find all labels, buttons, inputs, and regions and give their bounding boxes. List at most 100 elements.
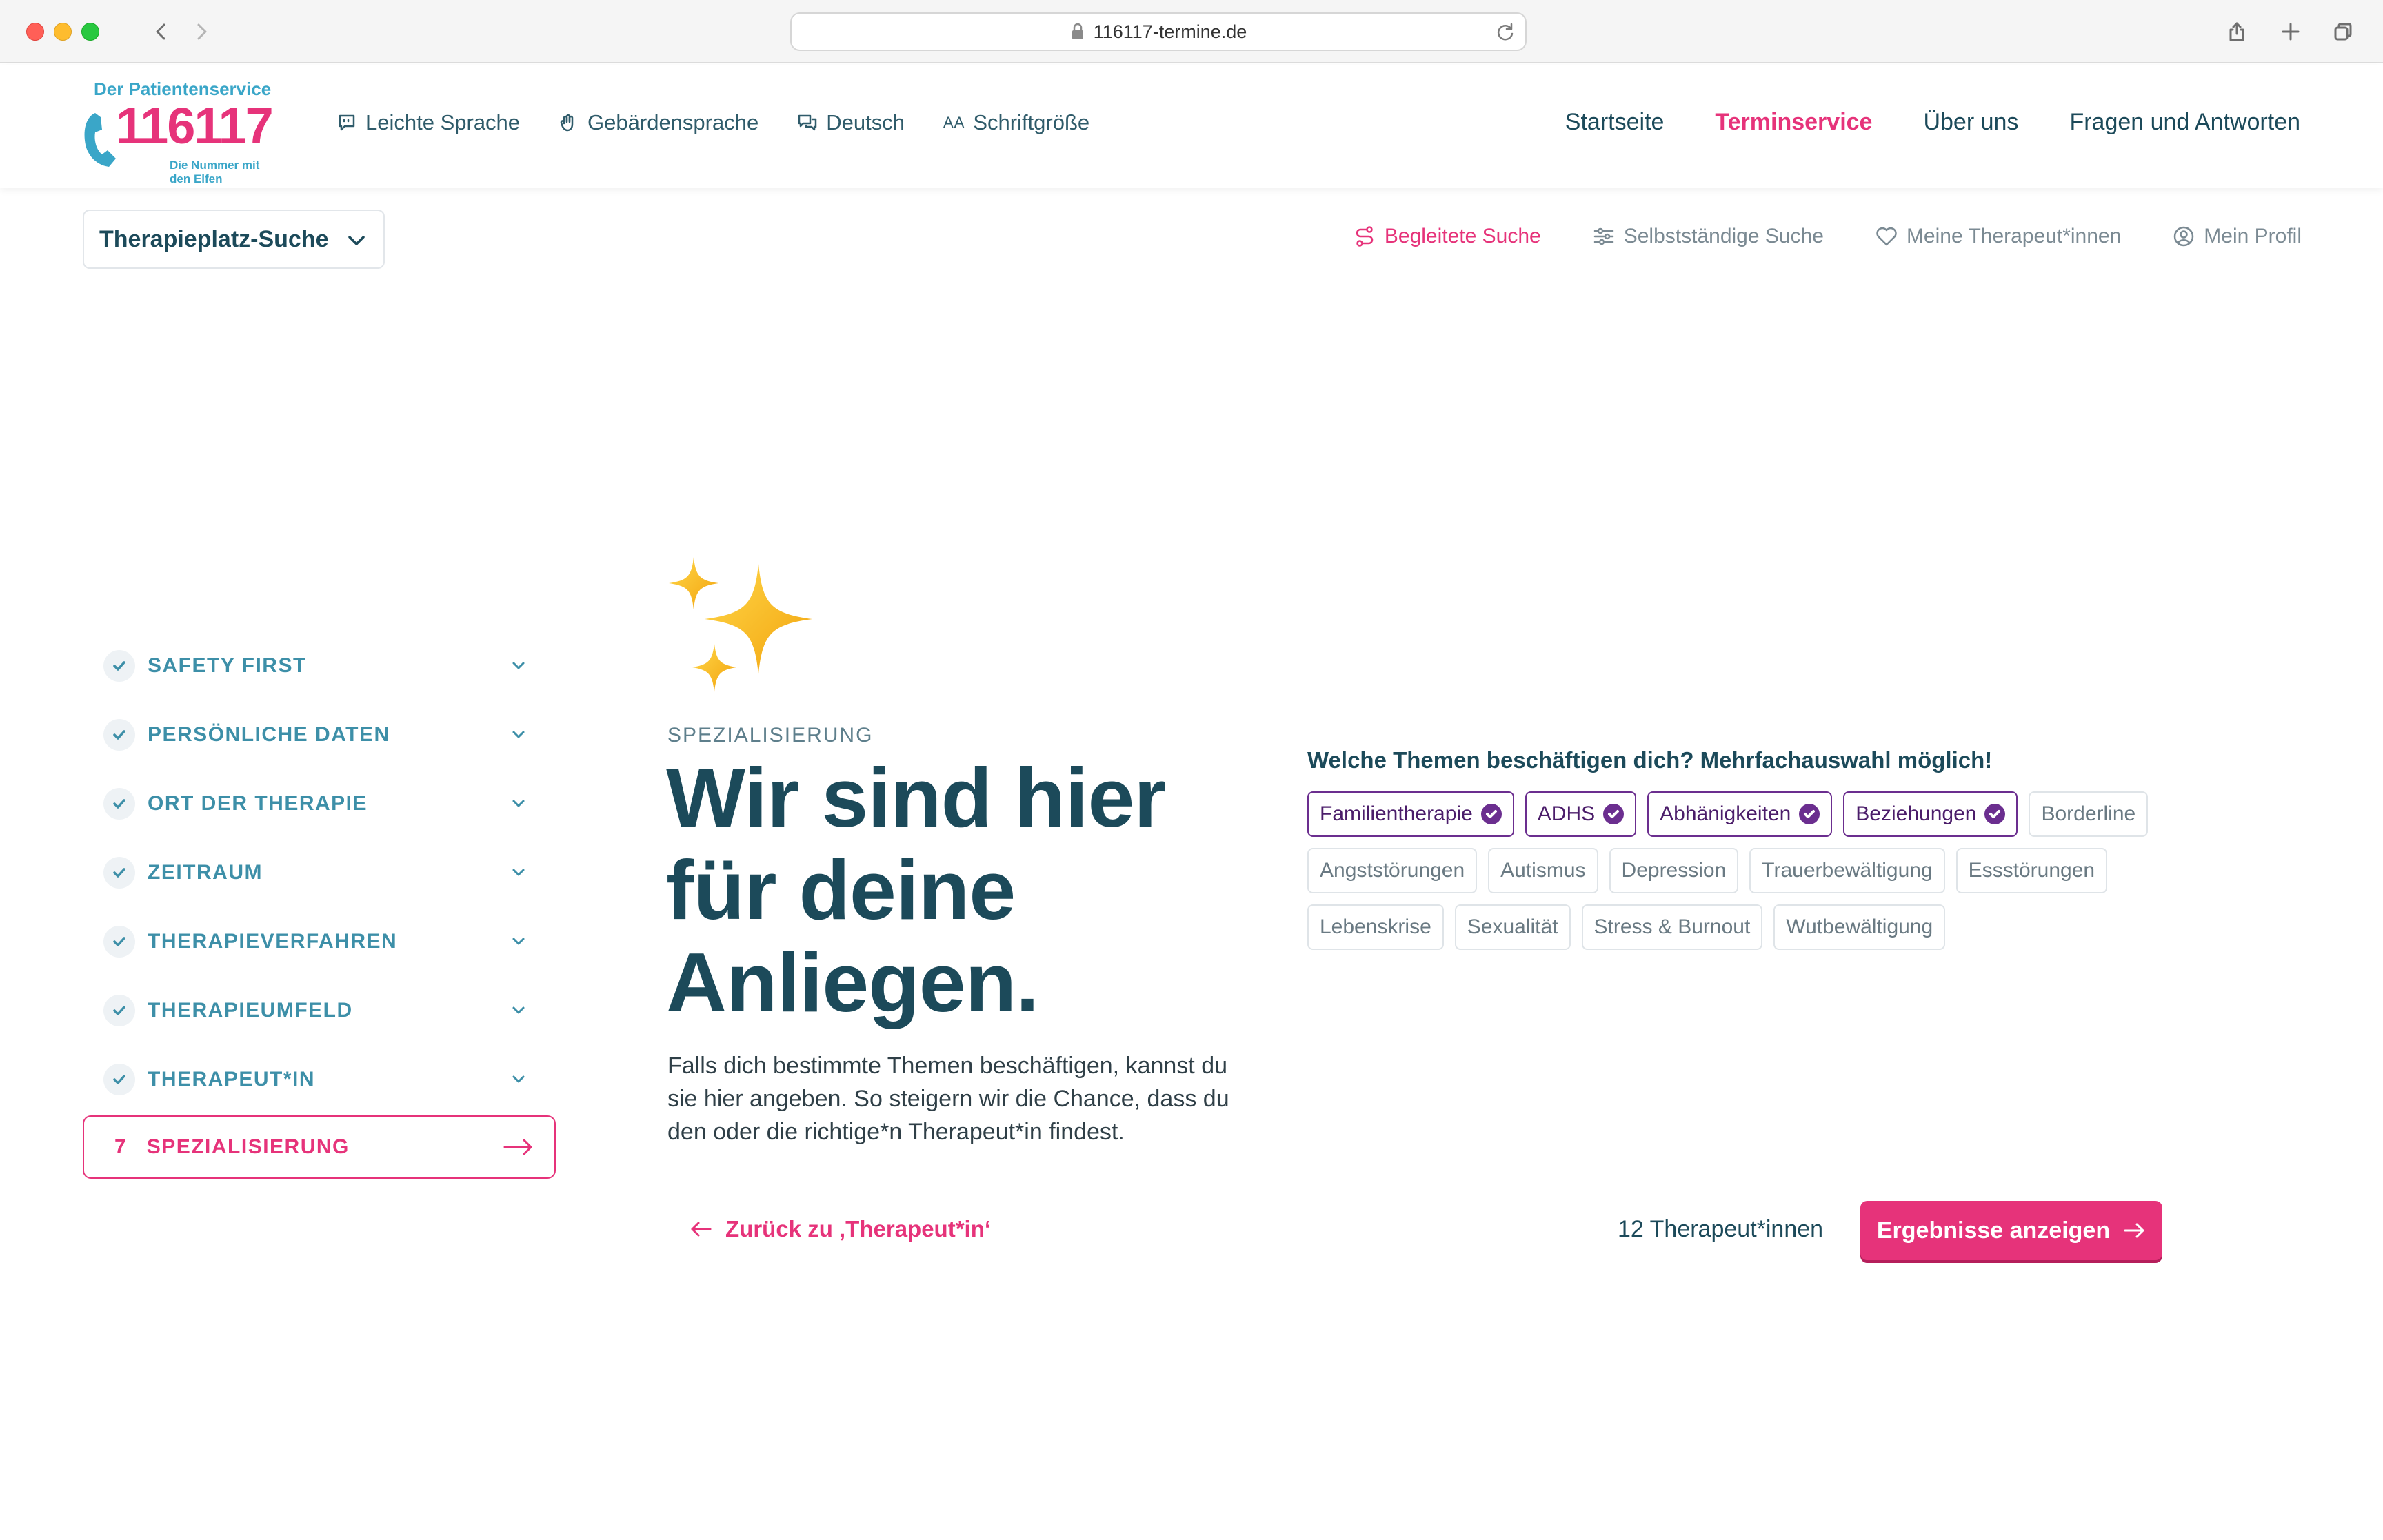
chip-familientherapie[interactable]: Familientherapie	[1307, 791, 1514, 837]
subnav-meine-therapeutinnen[interactable]: Meine Therapeut*innen	[1875, 225, 2121, 248]
nav-ueber-uns[interactable]: Über uns	[1923, 109, 2018, 136]
nav-fragen-und-antworten[interactable]: Fragen und Antworten	[2069, 109, 2300, 136]
step-therapieumfeld[interactable]: THERAPIEUMFELD	[83, 976, 556, 1045]
search-type-value: Therapieplatz-Suche	[99, 225, 329, 252]
util-gebaerdensprache[interactable]: Gebärdensprache	[559, 110, 758, 135]
chip-angststoerungen[interactable]: Angststörungen	[1307, 848, 1478, 893]
wizard-steps: SAFETY FIRST PERSÖNLICHE DATEN ORT DER T…	[83, 631, 556, 1114]
chip-label: Depression	[1621, 859, 1727, 882]
util-deutsch[interactable]: Deutsch	[797, 110, 905, 135]
route-icon	[1356, 226, 1374, 247]
sliders-icon	[1593, 227, 1613, 245]
utility-nav: Leichte Sprache Gebärdensprache Deutsch …	[336, 110, 1128, 135]
util-label: Leichte Sprache	[365, 110, 521, 134]
chip-label: Angststörungen	[1320, 859, 1465, 882]
checkmark-icon	[1799, 804, 1820, 824]
chip-label: Abhänigkeiten	[1660, 802, 1791, 825]
tab-overview-icon[interactable]	[2325, 14, 2361, 50]
step-spezialisierung-active[interactable]: 7 SPEZIALISIERUNG	[83, 1115, 556, 1179]
subnav-label: Mein Profil	[2204, 225, 2302, 247]
user-circle-icon	[2174, 226, 2194, 247]
logo-number: 116117	[116, 97, 274, 154]
chip-stress-burnout[interactable]: Stress & Burnout	[1581, 904, 1763, 950]
chip-wutbewaeltigung[interactable]: Wutbewältigung	[1773, 904, 1946, 950]
logo-116117[interactable]: Der Patientenservice 116117 Die Nummer m…	[81, 79, 281, 185]
chip-label: Autismus	[1500, 859, 1586, 882]
chip-essstoerungen[interactable]: Essstörungen	[1955, 848, 2108, 893]
window-zoom-button[interactable]	[81, 23, 99, 41]
chip-lebenskrise[interactable]: Lebenskrise	[1307, 904, 1444, 950]
result-count: 12 Therapeut*innen	[1618, 1216, 1824, 1242]
subnav-label: Selbstständige Suche	[1623, 225, 1824, 247]
step-label: THERAPEUT*IN	[148, 1068, 316, 1091]
chip-trauerbewaeltigung[interactable]: Trauerbewältigung	[1749, 848, 1945, 893]
heart-icon	[1876, 227, 1897, 246]
check-icon	[103, 926, 135, 958]
chip-label: Sexualität	[1467, 915, 1558, 938]
window-close-button[interactable]	[26, 23, 44, 41]
chip-label: Wutbewältigung	[1786, 915, 1933, 938]
arrow-right-icon	[503, 1139, 532, 1155]
step-label: THERAPIEUMFELD	[148, 999, 353, 1022]
arrow-right-icon	[2124, 1223, 2144, 1238]
util-leichte-sprache[interactable]: Leichte Sprache	[336, 110, 520, 135]
chat-bubbles-icon	[798, 114, 817, 131]
step-number: 7	[114, 1135, 126, 1158]
back-arrow-icon[interactable]	[143, 14, 179, 50]
window-minimize-button[interactable]	[54, 23, 72, 41]
chevron-down-icon	[348, 236, 365, 245]
chip-label: Familientherapie	[1320, 802, 1473, 825]
section-eyebrow: SPEZIALISIERUNG	[667, 724, 874, 747]
back-link[interactable]: Zurück zu ‚Therapeut*in‘	[690, 1216, 991, 1242]
subnav-selbststaendige-suche[interactable]: Selbstständige Suche	[1592, 225, 1824, 248]
check-icon	[103, 1064, 135, 1095]
nav-terminservice[interactable]: Terminservice	[1715, 109, 1872, 136]
chevron-down-icon	[512, 869, 525, 876]
address-bar[interactable]: 116117-termine.de	[790, 12, 1527, 51]
subnav-mein-profil[interactable]: Mein Profil	[2172, 225, 2302, 248]
check-icon	[103, 995, 135, 1026]
logo-tagline-bottom: Die Nummer mit den Elfen	[170, 159, 260, 185]
chip-abhaenigkeiten[interactable]: Abhänigkeiten	[1647, 791, 1833, 837]
headline-line: Wir sind hier	[666, 751, 1167, 844]
step-ort-der-therapie[interactable]: ORT DER THERAPIE	[83, 769, 556, 838]
step-safety-first[interactable]: SAFETY FIRST	[83, 631, 556, 700]
step-zeitraum[interactable]: ZEITRAUM	[83, 838, 556, 907]
sparkles-icon	[669, 557, 812, 692]
nav-startseite[interactable]: Startseite	[1565, 109, 1665, 136]
url-text: 116117-termine.de	[1093, 21, 1247, 42]
reload-icon[interactable]	[1494, 21, 1517, 44]
headline-line: Anliegen.	[666, 935, 1039, 1029]
chip-borderline[interactable]: Borderline	[2029, 791, 2149, 837]
util-schriftgroesse[interactable]: AA Schriftgröße	[943, 110, 1089, 135]
step-therapieverfahren[interactable]: THERAPIEVERFAHREN	[83, 907, 556, 976]
chip-depression[interactable]: Depression	[1609, 848, 1739, 893]
arrow-left-icon	[691, 1222, 712, 1237]
chip-beziehungen[interactable]: Beziehungen	[1843, 791, 2018, 837]
headline-line: für deine	[666, 843, 1016, 937]
share-icon[interactable]	[2219, 14, 2255, 50]
step-persoenliche-daten[interactable]: PERSÖNLICHE DATEN	[83, 700, 556, 769]
chip-label: Beziehungen	[1856, 802, 1977, 825]
main-nav: Startseite Terminservice Über uns Fragen…	[1514, 109, 2300, 136]
chevron-down-icon	[512, 662, 525, 669]
step-label: ZEITRAUM	[148, 861, 263, 884]
step-label: SAFETY FIRST	[148, 654, 307, 677]
util-label: Schriftgröße	[973, 110, 1090, 134]
chip-autismus[interactable]: Autismus	[1488, 848, 1598, 893]
search-type-dropdown[interactable]: Therapieplatz-Suche	[83, 210, 385, 269]
chip-sexualitaet[interactable]: Sexualität	[1454, 904, 1571, 950]
subnav-begleitete-suche[interactable]: Begleitete Suche	[1353, 225, 1541, 248]
chip-label: Trauerbewältigung	[1762, 859, 1933, 882]
step-therapeut-in[interactable]: THERAPEUT*IN	[83, 1045, 556, 1114]
new-tab-icon[interactable]	[2273, 14, 2309, 50]
chip-adhs[interactable]: ADHS	[1525, 791, 1637, 837]
chevron-down-icon	[512, 1075, 525, 1083]
show-results-label: Ergebnisse anzeigen	[1876, 1217, 2111, 1244]
show-results-button[interactable]: Ergebnisse anzeigen	[1860, 1201, 2162, 1260]
check-icon	[103, 650, 135, 682]
forward-arrow-icon[interactable]	[183, 14, 219, 50]
chip-label: Borderline	[2041, 802, 2136, 825]
subnav-label: Meine Therapeut*innen	[1906, 225, 2122, 247]
chevron-down-icon	[512, 1006, 525, 1014]
